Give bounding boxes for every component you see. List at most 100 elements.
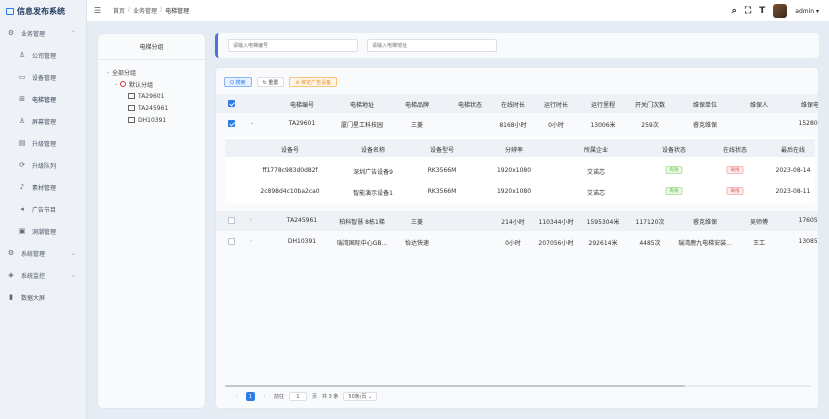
cell-resolution: 1920x1080: [496, 188, 532, 195]
col-header: 开关门次数: [634, 102, 666, 109]
search-button[interactable]: Q 搜索: [224, 77, 252, 87]
breadcrumb-home[interactable]: 首页: [113, 6, 125, 15]
col-header: 电梯编号: [289, 102, 315, 109]
col-header: 电梯状态: [457, 102, 483, 109]
document-icon: ▤: [18, 139, 26, 147]
menu-business[interactable]: ⚙ 业务管理 ⌃: [0, 22, 86, 44]
elevator-address-input[interactable]: [367, 39, 497, 52]
col-header: 所属企业: [583, 147, 609, 154]
cell-online: 0小时: [505, 240, 521, 247]
col-header: 运行时长: [543, 102, 569, 109]
menu-upgrade[interactable]: ▤ 升级管理: [0, 132, 86, 154]
hamburger-icon[interactable]: ☰: [94, 6, 104, 15]
circle-x-icon: [120, 81, 126, 87]
monitor-logo-icon: [6, 7, 14, 15]
chevron-right-icon[interactable]: ›: [250, 238, 252, 244]
elevator-code-input[interactable]: [228, 39, 358, 52]
main-panel: Q 搜索 ↻ 重置 ⊘ 绑定广告设备 电梯编号 电梯地址 电梯品牌 电梯状态 在…: [215, 67, 819, 409]
cell-phone: 176050: [798, 217, 818, 224]
fullscreen-icon[interactable]: ⛶: [745, 6, 751, 16]
inner-header: 设备号 设备名称 设备型号 分辨率 所属企业 设备状态 在线状态 最后在线: [225, 139, 815, 157]
tree-leaf[interactable]: TA29601: [106, 90, 205, 102]
col-header: 在线状态: [722, 147, 748, 154]
scrollbar-thumb[interactable]: [225, 385, 685, 387]
col-header: 最后在线: [780, 147, 806, 154]
tree-node-root[interactable]: ⌄ 全部分组: [106, 66, 205, 78]
folder-icon: [128, 117, 135, 123]
cell-address: 厦门星工科技园: [340, 122, 384, 129]
col-header: 设备名称: [360, 147, 386, 154]
cell-phone: 152802: [798, 120, 818, 127]
menu-device[interactable]: ▭ 设备管理: [0, 66, 86, 88]
font-size-icon[interactable]: T: [759, 6, 765, 16]
cell-code: TA245961: [286, 217, 318, 224]
cell-brand: 怡达快速: [404, 240, 430, 247]
menu-screen[interactable]: ♙ 屏幕管理: [0, 110, 86, 132]
bind-ad-device-button[interactable]: ⊘ 绑定广告设备: [289, 77, 338, 87]
col-header: 设备型号: [429, 147, 455, 154]
row-checkbox[interactable]: [228, 217, 235, 224]
goto-page-input[interactable]: 1: [289, 392, 308, 401]
menu-system[interactable]: ⚙ 系统管理 ⌄: [0, 242, 86, 264]
col-header: 运行里程: [590, 102, 616, 109]
breadcrumb-business[interactable]: 业务管理: [133, 6, 157, 15]
group-tree-panel: 电梯分组 ⌄ 全部分组 ⌄ 默认分组 TA29601 TA245961 DH1039…: [97, 33, 206, 409]
inner-row[interactable]: 2c898d4c10ba2ca0 智能演示设备1 RK3566M 1920x10…: [225, 182, 815, 202]
cell-run: 0小时: [548, 122, 564, 129]
breadcrumb-separator: /: [160, 6, 163, 13]
folder-icon: [128, 105, 135, 111]
grid-icon: ⊞: [19, 95, 25, 103]
tree-leaf[interactable]: DH10391: [106, 114, 205, 126]
col-header: 电梯地址: [349, 102, 375, 109]
page-number[interactable]: 1: [246, 392, 255, 401]
cell-last-online: 2023-08-11: [775, 188, 811, 195]
table-row[interactable]: › TA245961 柏科智慧 8栋1梯 三菱 214小时 110344小时 1…: [216, 211, 818, 231]
menu-dashboard[interactable]: ▮ 数据大屏: [0, 286, 86, 308]
goto-label: 前往: [274, 394, 285, 400]
total-count: 共 3 条: [322, 394, 339, 400]
chevron-right-icon[interactable]: ›: [250, 217, 252, 223]
select-all-checkbox[interactable]: [228, 100, 235, 107]
chevron-up-icon: ⌃: [70, 29, 76, 37]
org-icon: ♙: [18, 51, 26, 59]
prev-page-icon[interactable]: ‹: [232, 392, 241, 401]
menu-monitor[interactable]: ◈ 系统监控 ⌄: [0, 264, 86, 286]
menu-tide[interactable]: ▣ 洞潮管理: [0, 220, 86, 242]
row-checkbox[interactable]: [228, 120, 235, 127]
cell-code: DH10391: [287, 238, 317, 245]
user-menu[interactable]: admin ▾: [795, 8, 819, 15]
breadcrumb-current: 电梯管理: [165, 8, 190, 15]
menu-ad-program[interactable]: ◂ 广告节目: [0, 198, 86, 220]
table-row[interactable]: › DH10391 瑞湾国际中心GB... 怡达快速 0小时 207056小时 …: [216, 232, 818, 252]
page-size-select[interactable]: 50条/页 ⌄: [343, 392, 378, 401]
search-icon[interactable]: ⌕: [732, 6, 737, 16]
chevron-down-icon[interactable]: ⌄: [250, 120, 254, 126]
breadcrumb-separator: /: [128, 6, 131, 13]
cell-doors: 4485次: [639, 240, 661, 247]
tree-title: 电梯分组: [98, 34, 205, 60]
cell-device-id: ff1778c983d0d82f: [262, 167, 318, 174]
row-checkbox[interactable]: [228, 238, 235, 245]
cell-doors: 117120次: [635, 219, 665, 226]
cell-phone: 130856: [798, 238, 818, 245]
horizontal-scrollbar[interactable]: [225, 385, 811, 387]
menu-upgrade-queue[interactable]: ⟳ 升级队列: [0, 154, 86, 176]
app-logo[interactable]: 信息发布系统: [0, 0, 86, 22]
tree-node-group[interactable]: ⌄ 默认分组: [106, 78, 205, 90]
table-row[interactable]: ⌄ TA29601 厦门星工科技园 三菱 8168小时 0小时 13006米 2…: [216, 114, 818, 134]
col-header: 维保单位: [692, 102, 718, 109]
cell-mileage: 13006米: [590, 122, 616, 129]
cell-person: 吴师傅: [749, 219, 769, 226]
cell-address: 瑞湾国际中心GB...: [336, 240, 388, 247]
menu-material[interactable]: ♪ 素材管理: [0, 176, 86, 198]
chevron-down-icon: ⌄: [70, 271, 76, 279]
inner-row[interactable]: ff1778c983d0d82f 深圳广告设备9 RK3566M 1920x10…: [225, 161, 815, 181]
menu-company[interactable]: ♙ 公司管理: [0, 44, 86, 66]
app-title: 信息发布系统: [17, 6, 65, 16]
tree-leaf[interactable]: TA245961: [106, 102, 205, 114]
reset-button[interactable]: ↻ 重置: [256, 77, 285, 87]
avatar[interactable]: [773, 4, 788, 18]
menu-elevator[interactable]: ⊞ 电梯管理: [0, 88, 86, 110]
next-page-icon[interactable]: ›: [260, 392, 269, 401]
cell-device-name: 深圳广告设备9: [353, 169, 393, 176]
